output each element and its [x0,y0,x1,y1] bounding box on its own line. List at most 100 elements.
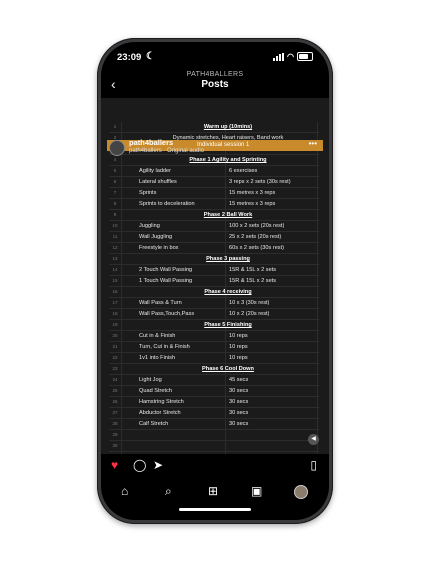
home-indicator [179,508,251,511]
row-number: 10 [112,223,118,228]
spreadsheet: 1 Warm up (10mins) 2 Dynamic stretches, Hea… [109,122,319,454]
exercise-volume: 3 reps x 2 sets (30s rest) [229,179,291,185]
sheet-row: 23 Phase 6 Cool Down [109,364,319,375]
exercise-volume: 45 secs [229,377,249,383]
row-number: 14 [112,267,118,272]
sheet-row: 30 [109,441,319,452]
sheet-row: 26 Hamstring Stretch 30 secs [109,397,319,408]
post-actions: ♥ ◯ ➤ ▯ [101,456,329,476]
section-heading: Phase 1 Agility and Sprinting [189,157,267,163]
sheet-row: 29 [109,430,319,441]
sheet-row: 4 Phase 1 Agility and Sprinting [109,155,319,166]
exercise-name: Freestyle in box [139,245,179,251]
bookmark-icon[interactable]: ▯ [310,458,317,472]
post-audio[interactable]: path4ballers · Original audio [129,148,204,154]
row-number: 23 [112,366,118,371]
row-number: 26 [112,399,118,404]
post-video[interactable]: 1 Warm up (10mins) 2 Dynamic stretches, Hea… [101,98,329,454]
sheet-row: 8 Sprints to deceleration 15 metres x 3 re… [109,199,319,210]
exercise-volume: 25 x 2 sets (20s rest) [229,234,282,240]
exercise-name: Light Jog [139,377,162,383]
exercise-volume: 10 reps [229,333,248,339]
row-number: 29 [112,432,118,437]
row-number: 11 [112,234,118,239]
exercise-name: Wall Pass,Touch,Pass [139,311,195,317]
sheet-row: 21 Turn, Cut in & Finish 10 reps [109,342,319,353]
sheet-row: 17 Wall Pass & Turn 10 x 3 (30s rest) [109,298,319,309]
battery-icon [297,52,313,61]
signal-icon [273,52,285,61]
exercise-name: Quad Stretch [139,388,172,394]
post-avatar[interactable] [109,140,125,156]
row-number: 24 [112,377,118,382]
comment-icon[interactable]: ◯ [133,458,146,472]
sheet-row: 12 Freestyle in box 60s x 2 sets (30s rest… [109,243,319,254]
sheet-row: 5 Agility ladder 6 exercises [109,166,319,177]
sheet-row: 14 2 Touch Wall Passing 15R & 15L x 2 sets [109,265,319,276]
exercise-volume: 6 exercises [229,168,258,174]
exercise-volume: 15 metres x 3 reps [229,190,276,196]
post-username[interactable]: path4ballers [129,138,173,147]
section-heading: Phase 4 receiving [204,289,252,295]
exercise-name: 1v1 into Finish [139,355,176,361]
exercise-volume: 30 secs [229,388,249,394]
exercise-name: 2 Touch Wall Passing [139,267,193,273]
sheet-row: 20 Cut in & Finish 10 reps [109,331,319,342]
wifi-icon: ◠ [287,52,294,61]
sheet-row: 25 Quad Stretch 30 secs [109,386,319,397]
back-arrow-icon[interactable]: ‹ [111,76,116,92]
exercise-name: Lateral shuffles [139,179,177,185]
sheet-row: 22 1v1 into Finish 10 reps [109,353,319,364]
sheet-row: 6 Lateral shuffles 3 reps x 2 sets (30s re… [109,177,319,188]
reels-icon[interactable]: ▣ [251,484,262,498]
speaker-icon[interactable]: ◀︎ [308,434,319,445]
section-heading: Phase 6 Cool Down [202,366,254,372]
search-icon[interactable]: ⌕ [165,484,172,499]
sheet-row: 9 Phase 2 Ball Work [109,210,319,221]
send-icon[interactable]: ➤ [153,458,163,472]
exercise-name: Juggling [139,223,160,229]
sheet-row: 16 Phase 4 receiving [109,287,319,298]
section-heading: Phase 2 Ball Work [203,212,253,218]
sheet-row: 1 Warm up (10mins) [109,122,319,133]
exercise-name: Hamstring Stretch [139,399,184,405]
row-number: 17 [112,300,118,305]
exercise-name: Wall Juggling [139,234,173,240]
row-number: 6 [113,179,117,184]
sheet-row: 7 Sprints 15 metres x 3 reps [109,188,319,199]
sheet-row: 10 Juggling 100 x 2 sets (20s rest) [109,221,319,232]
row-number: 27 [112,410,118,415]
row-number: 21 [112,344,118,349]
status-bar: 23:09 ☾ ◠ [101,51,329,66]
exercise-name: 1 Touch Wall Passing [139,278,193,284]
exercise-name: Turn, Cut in & Finish [139,344,190,350]
exercise-name: Sprints [139,190,157,196]
exercise-volume: 10 x 3 (30s rest) [229,300,270,306]
row-number: 8 [113,201,117,206]
row-number: 28 [112,421,118,426]
row-number: 31 [109,452,121,454]
sheet-row: 11 Wall Juggling 25 x 2 sets (20s rest) [109,232,319,243]
row-number: 12 [112,245,118,250]
avatar[interactable] [294,485,308,499]
banner-text: Individual session 1 [197,142,250,148]
plus-square-icon[interactable]: ⊞ [208,484,218,498]
exercise-volume: 30 secs [229,421,249,427]
exercise-volume: 15R & 15L x 2 sets [229,278,277,284]
home-icon[interactable]: ⌂ [121,484,128,498]
header-account: PATH4BALLERS [186,71,244,78]
heart-filled-icon[interactable]: ♥ [111,458,118,472]
row-number: 7 [113,190,117,195]
exercise-name: Cut in & Finish [139,333,176,339]
sheet-row: 19 Phase 5 Finishing [109,320,319,331]
status-icons: ◠ [273,52,313,61]
row-number: 5 [113,168,117,173]
exercise-volume: 15 metres x 3 reps [229,201,276,207]
more-options-icon[interactable]: ••• [309,139,317,148]
exercise-volume: 30 secs [229,410,249,416]
exercise-name: Wall Pass & Turn [139,300,182,306]
row-number: 30 [112,443,118,448]
exercise-name: Abductor Stretch [139,410,181,416]
screen: 23:09 ☾ ◠ ‹ PATH4BALLERS Posts 1 Warm up … [101,42,329,520]
row-number: 25 [112,388,118,393]
